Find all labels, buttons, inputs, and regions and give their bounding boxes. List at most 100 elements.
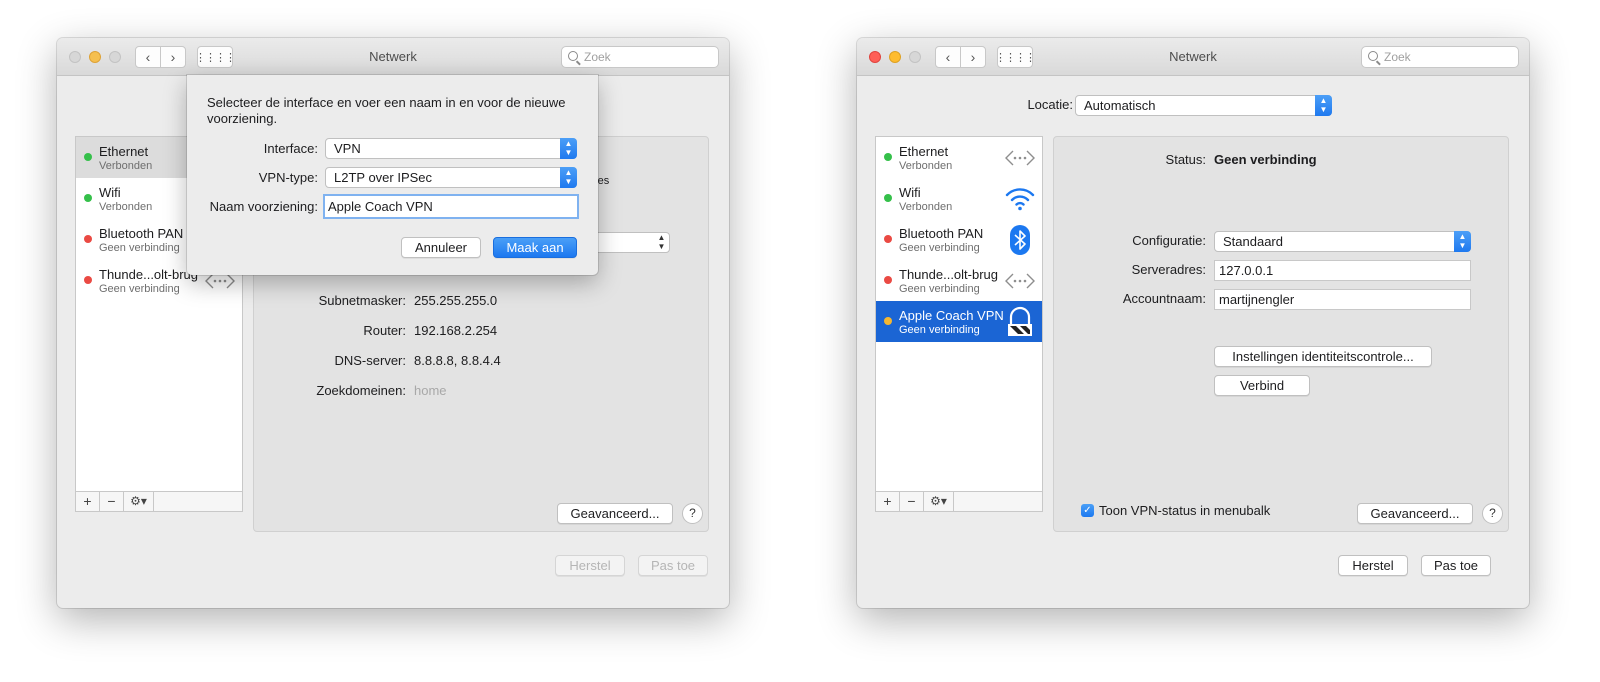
create-button[interactable]: Maak aan <box>493 237 577 258</box>
status-dot <box>884 235 892 243</box>
service-name: Wifi <box>99 185 121 200</box>
service-name: Thunde...olt-brug <box>99 267 199 282</box>
advanced-button[interactable]: Geavanceerd... <box>557 503 673 524</box>
service-status: Verbonden <box>899 160 953 172</box>
service-actions-button[interactable]: ⚙▾ <box>924 492 954 511</box>
configuration-popup[interactable]: Standaard ▲ ▼ <box>1214 231 1471 252</box>
apply-button[interactable]: Pas toe <box>638 555 708 576</box>
wifi-icon <box>1005 188 1035 211</box>
service-status: Geen verbinding <box>99 283 180 295</box>
status-dot <box>884 276 892 284</box>
service-status: Geen verbinding <box>899 242 980 254</box>
service-name: Thunde...olt-brug <box>899 267 999 282</box>
location-popup[interactable]: Automatisch ▲ ▼ <box>1075 95 1332 116</box>
service-list: Ethernet Verbonden Wifi Verbonden Blueto… <box>875 136 1043 512</box>
remove-service-button[interactable]: − <box>900 492 924 511</box>
location-label: Locatie: <box>1027 97 1073 112</box>
interface-popup[interactable]: VPN ▲ ▼ <box>325 138 577 159</box>
service-name: Ethernet <box>899 144 949 159</box>
add-service-button[interactable]: + <box>876 492 900 511</box>
add-service-button[interactable]: + <box>76 492 100 511</box>
account-name-label: Accountnaam: <box>1122 291 1206 306</box>
status-value: Geen verbinding <box>1214 152 1317 167</box>
search-icon <box>568 51 578 61</box>
router-value: 192.168.2.254 <box>414 323 498 338</box>
service-list-toolbar: + − ⚙▾ <box>876 491 1042 511</box>
vpn-type-value: L2TP over IPSec <box>334 170 433 185</box>
gear-icon: ⚙▾ <box>930 494 947 508</box>
minus-icon: − <box>907 493 916 509</box>
help-button[interactable]: ? <box>1482 503 1503 524</box>
new-service-sheet: Selecteer de interface en voer een naam … <box>187 75 598 275</box>
ethernet-icon <box>1005 150 1035 166</box>
account-name-field[interactable]: martijnengler <box>1214 289 1471 310</box>
subnet-label: Subnetmasker: <box>318 293 406 308</box>
service-item-ethernet[interactable]: Ethernet Verbonden <box>876 137 1042 178</box>
thunderbolt-bridge-icon <box>1005 273 1035 289</box>
vpn-type-label: VPN-type: <box>258 170 318 185</box>
service-status: Geen verbinding <box>99 242 180 254</box>
configure-ipv4-popup[interactable]: ▲ ▼ <box>590 232 670 253</box>
status-dot <box>884 153 892 161</box>
help-button[interactable]: ? <box>682 503 703 524</box>
show-vpn-status-checkbox[interactable]: ✓ <box>1081 504 1094 517</box>
connect-button[interactable]: Verbind <box>1214 375 1310 396</box>
interface-value: VPN <box>334 141 361 156</box>
interface-label: Interface: <box>263 141 318 156</box>
service-item-thunderbolt-bridge[interactable]: Thunde...olt-brug Geen verbinding <box>876 260 1042 301</box>
dns-label: DNS-server: <box>334 353 406 368</box>
subnet-value: 255.255.255.0 <box>414 293 498 308</box>
search-placeholder: Zoek <box>584 50 611 64</box>
popup-arrows-icon: ▲ ▼ <box>560 138 577 159</box>
cancel-button[interactable]: Annuleer <box>401 237 481 258</box>
network-window-right: ‹ › ⋮⋮⋮⋮ Netwerk Zoek Locatie: Automatis… <box>857 38 1529 608</box>
search-input[interactable]: Zoek <box>561 46 719 68</box>
popup-arrows-icon: ▲ ▼ <box>657 233 666 251</box>
server-address-field[interactable]: 127.0.0.1 <box>1214 260 1471 281</box>
status-dot <box>884 317 892 325</box>
service-item-apple-coach-vpn[interactable]: Apple Coach VPN Geen verbinding <box>876 301 1042 342</box>
advanced-button[interactable]: Geavanceerd... <box>1357 503 1473 524</box>
configuration-value: Standaard <box>1223 234 1283 249</box>
authentication-settings-button[interactable]: Instellingen identiteitscontrole... <box>1214 346 1432 367</box>
titlebar: ‹ › ⋮⋮⋮⋮ Netwerk Zoek <box>57 38 729 76</box>
bluetooth-icon <box>1010 225 1030 255</box>
show-vpn-status-label: Toon VPN-status in menubalk <box>1099 503 1271 518</box>
service-status: Verbonden <box>899 201 953 213</box>
status-dot <box>84 153 92 161</box>
status-dot <box>84 235 92 243</box>
server-address-label: Serveradres: <box>1131 262 1206 277</box>
service-name-field[interactable]: Apple Coach VPN <box>323 194 579 219</box>
service-item-bluetooth-pan[interactable]: Bluetooth PAN Geen verbinding <box>876 219 1042 260</box>
plus-icon: + <box>83 493 92 509</box>
revert-button[interactable]: Herstel <box>555 555 625 576</box>
router-label: Router: <box>363 323 406 338</box>
network-window-left: ‹ › ⋮⋮⋮⋮ Netwerk Zoek Ethernet Verbonden… <box>57 38 729 608</box>
service-status: Verbonden <box>99 201 153 213</box>
configuration-label: Configuratie: <box>1132 233 1206 248</box>
search-domains-label: Zoekdomeinen: <box>316 383 406 398</box>
gear-icon: ⚙▾ <box>130 494 147 508</box>
status-dot <box>84 194 92 202</box>
service-name: Bluetooth PAN <box>99 226 184 241</box>
search-placeholder: Zoek <box>1384 50 1411 64</box>
titlebar: ‹ › ⋮⋮⋮⋮ Netwerk Zoek <box>857 38 1529 76</box>
location-value: Automatisch <box>1084 98 1156 113</box>
status-dot <box>884 194 892 202</box>
remove-service-button[interactable]: − <box>100 492 124 511</box>
service-actions-button[interactable]: ⚙▾ <box>124 492 154 511</box>
service-name-label: Naam voorziening: <box>209 199 318 214</box>
service-status: Verbonden <box>99 160 153 172</box>
revert-button[interactable]: Herstel <box>1338 555 1408 576</box>
search-input[interactable]: Zoek <box>1361 46 1519 68</box>
service-name: Apple Coach VPN <box>899 308 1004 323</box>
popup-arrows-icon: ▲ ▼ <box>1315 95 1332 116</box>
service-item-wifi[interactable]: Wifi Verbonden <box>876 178 1042 219</box>
dns-value: 8.8.8.8, 8.8.4.4 <box>414 353 501 368</box>
apply-button[interactable]: Pas toe <box>1421 555 1491 576</box>
sheet-message: Selecteer de interface en voer een naam … <box>207 95 566 126</box>
vpn-lock-icon <box>1008 306 1032 336</box>
vpn-type-popup[interactable]: L2TP over IPSec ▲ ▼ <box>325 167 577 188</box>
status-dot <box>84 276 92 284</box>
service-name: Ethernet <box>99 144 149 159</box>
